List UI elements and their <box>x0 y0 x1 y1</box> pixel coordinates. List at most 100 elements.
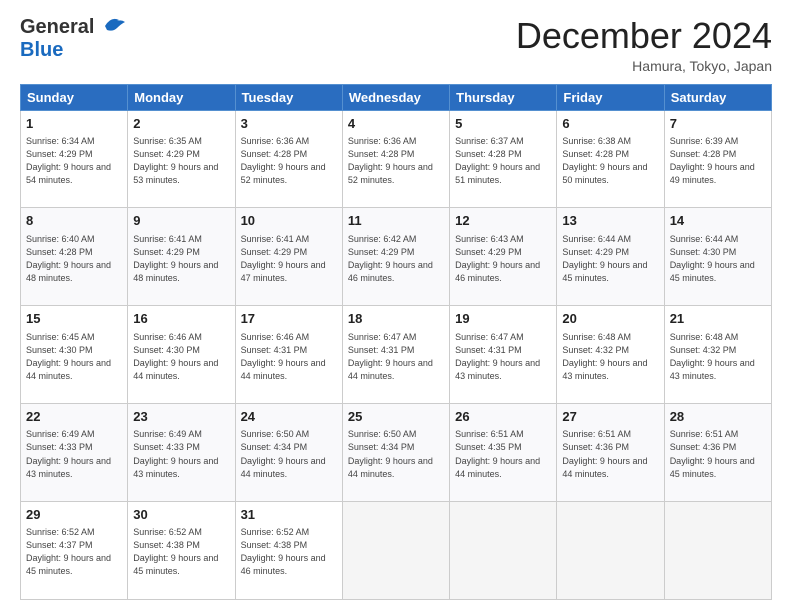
day-of-week-sunday: Sunday <box>21 84 128 110</box>
calendar-cell: 10 Sunrise: 6:41 AMSunset: 4:29 PMDayligh… <box>235 208 342 306</box>
calendar-cell: 18Sunrise: 6:47 AMSunset: 4:31 PMDayligh… <box>342 306 449 404</box>
day-info: Sunrise: 6:44 AMSunset: 4:29 PMDaylight:… <box>562 233 658 285</box>
day-info: Sunrise: 6:41 AMSunset: 4:29 PMDaylight:… <box>241 233 337 285</box>
calendar-cell: 27Sunrise: 6:51 AMSunset: 4:36 PMDayligh… <box>557 404 664 502</box>
day-info: Sunrise: 6:52 AMSunset: 4:38 PMDaylight:… <box>241 526 337 578</box>
calendar-cell: 9Sunrise: 6:41 AMSunset: 4:29 PMDaylight… <box>128 208 235 306</box>
day-info: Sunrise: 6:41 AMSunset: 4:29 PMDaylight:… <box>133 233 229 285</box>
calendar-cell <box>342 502 449 600</box>
calendar-header-row: SundayMondayTuesdayWednesdayThursdayFrid… <box>21 84 772 110</box>
calendar-cell: 12 Sunrise: 6:43 AMSunset: 4:29 PMDayligh… <box>450 208 557 306</box>
day-info: Sunrise: 6:51 AMSunset: 4:35 PMDaylight:… <box>455 428 551 480</box>
day-number: 7 <box>670 115 766 133</box>
day-info: Sunrise: 6:46 AMSunset: 4:30 PMDaylight:… <box>133 331 229 383</box>
calendar-cell: 20Sunrise: 6:48 AMSunset: 4:32 PMDayligh… <box>557 306 664 404</box>
day-number: 16 <box>133 310 229 328</box>
day-info: Sunrise: 6:51 AMSunset: 4:36 PMDaylight:… <box>670 428 766 480</box>
calendar-week-1: 1 Sunrise: 6:34 AMSunset: 4:29 PMDaylight… <box>21 110 772 208</box>
day-info: Sunrise: 6:48 AMSunset: 4:32 PMDaylight:… <box>670 331 766 383</box>
header: General Blue December 2024 Hamura, Tokyo… <box>20 16 772 74</box>
calendar-cell: 31 Sunrise: 6:52 AMSunset: 4:38 PMDayligh… <box>235 502 342 600</box>
logo-name: General Blue <box>20 16 127 62</box>
day-info: Sunrise: 6:34 AMSunset: 4:29 PMDaylight:… <box>26 135 122 187</box>
day-number: 26 <box>455 408 551 426</box>
day-info: Sunrise: 6:51 AMSunset: 4:36 PMDaylight:… <box>562 428 658 480</box>
day-info: Sunrise: 6:36 AMSunset: 4:28 PMDaylight:… <box>241 135 337 187</box>
day-info: Sunrise: 6:36 AMSunset: 4:28 PMDaylight:… <box>348 135 444 187</box>
day-number: 13 <box>562 212 658 230</box>
day-number: 3 <box>241 115 337 133</box>
location: Hamura, Tokyo, Japan <box>516 58 772 74</box>
day-number: 15 <box>26 310 122 328</box>
day-of-week-tuesday: Tuesday <box>235 84 342 110</box>
day-number: 20 <box>562 310 658 328</box>
day-of-week-monday: Monday <box>128 84 235 110</box>
day-info: Sunrise: 6:38 AMSunset: 4:28 PMDaylight:… <box>562 135 658 187</box>
calendar-cell: 22 Sunrise: 6:49 AMSunset: 4:33 PMDayligh… <box>21 404 128 502</box>
calendar-cell <box>664 502 771 600</box>
calendar-cell: 29Sunrise: 6:52 AMSunset: 4:37 PMDayligh… <box>21 502 128 600</box>
day-number: 31 <box>241 506 337 524</box>
month-title: December 2024 <box>516 16 772 56</box>
day-info: Sunrise: 6:46 AMSunset: 4:31 PMDaylight:… <box>241 331 337 383</box>
day-number: 23 <box>133 408 229 426</box>
calendar-cell: 16 Sunrise: 6:46 AMSunset: 4:30 PMDayligh… <box>128 306 235 404</box>
calendar-cell: 8Sunrise: 6:40 AMSunset: 4:28 PMDaylight… <box>21 208 128 306</box>
calendar-cell: 25 Sunrise: 6:50 AMSunset: 4:34 PMDayligh… <box>342 404 449 502</box>
calendar-cell: 4 Sunrise: 6:36 AMSunset: 4:28 PMDaylight… <box>342 110 449 208</box>
calendar-cell: 5Sunrise: 6:37 AMSunset: 4:28 PMDaylight… <box>450 110 557 208</box>
day-number: 12 <box>455 212 551 230</box>
day-info: Sunrise: 6:49 AMSunset: 4:33 PMDaylight:… <box>133 428 229 480</box>
day-of-week-wednesday: Wednesday <box>342 84 449 110</box>
day-number: 6 <box>562 115 658 133</box>
calendar-cell: 2 Sunrise: 6:35 AMSunset: 4:29 PMDaylight… <box>128 110 235 208</box>
day-info: Sunrise: 6:43 AMSunset: 4:29 PMDaylight:… <box>455 233 551 285</box>
day-info: Sunrise: 6:35 AMSunset: 4:29 PMDaylight:… <box>133 135 229 187</box>
calendar-cell: 15 Sunrise: 6:45 AMSunset: 4:30 PMDayligh… <box>21 306 128 404</box>
day-number: 24 <box>241 408 337 426</box>
day-info: Sunrise: 6:50 AMSunset: 4:34 PMDaylight:… <box>241 428 337 480</box>
day-info: Sunrise: 6:45 AMSunset: 4:30 PMDaylight:… <box>26 331 122 383</box>
calendar-cell: 6 Sunrise: 6:38 AMSunset: 4:28 PMDaylight… <box>557 110 664 208</box>
calendar-cell: 11 Sunrise: 6:42 AMSunset: 4:29 PMDayligh… <box>342 208 449 306</box>
day-number: 10 <box>241 212 337 230</box>
logo: General Blue <box>20 16 127 62</box>
calendar-week-5: 29Sunrise: 6:52 AMSunset: 4:37 PMDayligh… <box>21 502 772 600</box>
calendar-cell: 17 Sunrise: 6:46 AMSunset: 4:31 PMDayligh… <box>235 306 342 404</box>
logo-bird-icon <box>97 14 127 36</box>
calendar-cell: 26 Sunrise: 6:51 AMSunset: 4:35 PMDayligh… <box>450 404 557 502</box>
calendar-cell: 14 Sunrise: 6:44 AMSunset: 4:30 PMDayligh… <box>664 208 771 306</box>
day-number: 18 <box>348 310 444 328</box>
day-number: 17 <box>241 310 337 328</box>
logo-blue-text: Blue <box>20 39 63 61</box>
day-number: 19 <box>455 310 551 328</box>
calendar-cell: 23 Sunrise: 6:49 AMSunset: 4:33 PMDayligh… <box>128 404 235 502</box>
day-number: 4 <box>348 115 444 133</box>
calendar-week-2: 8Sunrise: 6:40 AMSunset: 4:28 PMDaylight… <box>21 208 772 306</box>
day-number: 22 <box>26 408 122 426</box>
title-block: December 2024 Hamura, Tokyo, Japan <box>516 16 772 74</box>
day-number: 11 <box>348 212 444 230</box>
day-number: 8 <box>26 212 122 230</box>
day-info: Sunrise: 6:44 AMSunset: 4:30 PMDaylight:… <box>670 233 766 285</box>
day-number: 21 <box>670 310 766 328</box>
day-number: 25 <box>348 408 444 426</box>
calendar-cell: 19 Sunrise: 6:47 AMSunset: 4:31 PMDayligh… <box>450 306 557 404</box>
day-number: 30 <box>133 506 229 524</box>
calendar-cell: 24 Sunrise: 6:50 AMSunset: 4:34 PMDayligh… <box>235 404 342 502</box>
logo-general-text: General <box>20 16 94 39</box>
day-number: 28 <box>670 408 766 426</box>
calendar-cell: 3 Sunrise: 6:36 AMSunset: 4:28 PMDaylight… <box>235 110 342 208</box>
day-info: Sunrise: 6:50 AMSunset: 4:34 PMDaylight:… <box>348 428 444 480</box>
day-info: Sunrise: 6:49 AMSunset: 4:33 PMDaylight:… <box>26 428 122 480</box>
calendar-week-4: 22 Sunrise: 6:49 AMSunset: 4:33 PMDayligh… <box>21 404 772 502</box>
calendar-cell: 1 Sunrise: 6:34 AMSunset: 4:29 PMDaylight… <box>21 110 128 208</box>
day-info: Sunrise: 6:37 AMSunset: 4:28 PMDaylight:… <box>455 135 551 187</box>
day-number: 1 <box>26 115 122 133</box>
day-info: Sunrise: 6:42 AMSunset: 4:29 PMDaylight:… <box>348 233 444 285</box>
day-info: Sunrise: 6:47 AMSunset: 4:31 PMDaylight:… <box>455 331 551 383</box>
day-number: 14 <box>670 212 766 230</box>
day-number: 2 <box>133 115 229 133</box>
day-info: Sunrise: 6:52 AMSunset: 4:37 PMDaylight:… <box>26 526 122 578</box>
calendar-cell: 30Sunrise: 6:52 AMSunset: 4:38 PMDayligh… <box>128 502 235 600</box>
